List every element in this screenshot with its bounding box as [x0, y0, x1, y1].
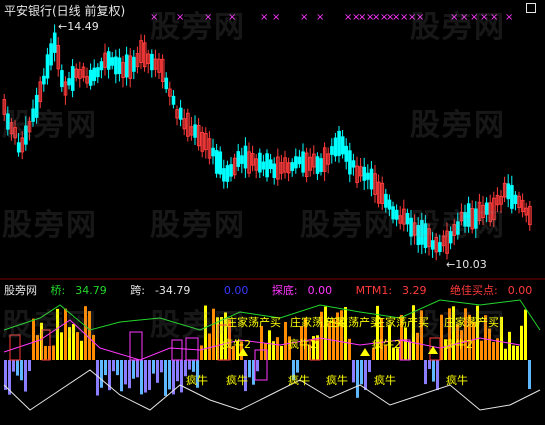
- indicator-bar: [492, 342, 495, 360]
- indicator-bar: [516, 345, 519, 360]
- indicator-bar: [508, 331, 511, 360]
- legend-item: 桥: 34.79: [50, 284, 107, 297]
- indicator-bar: [512, 345, 515, 360]
- indicator-bar: [44, 346, 47, 360]
- indicator-bar: [24, 360, 27, 392]
- bull-signal-label: 疯牛: [374, 374, 396, 387]
- indicator-bar: [144, 360, 147, 393]
- indicator-bar: [436, 360, 439, 391]
- indicator-bar: [28, 360, 31, 372]
- watermark: 股旁网: [410, 208, 506, 243]
- high-price-label: ←14.49: [58, 20, 99, 33]
- indicator-bar: [520, 325, 523, 360]
- buy-signal-label: 庄家荡产买: [374, 316, 429, 329]
- bull2-signal-label: 疯牛2: [372, 338, 401, 351]
- indicator-bar: [192, 360, 195, 372]
- indicator-bar: [132, 360, 135, 379]
- indicator-bar: [348, 338, 351, 360]
- bull-signal-label: 疯牛: [326, 374, 348, 387]
- indicator-bar: [280, 345, 283, 360]
- indicator-bar: [152, 360, 155, 374]
- bull2-signal-label: 疯牛2: [222, 338, 251, 351]
- watermark: 股旁网: [410, 108, 506, 143]
- indicator-bar: [432, 360, 435, 382]
- bull2-signal-label: 疯牛2: [288, 338, 317, 351]
- indicator-bar: [136, 360, 139, 378]
- buy-signal-label: 庄家荡产买: [444, 316, 499, 329]
- indicator-bar: [52, 345, 55, 360]
- watermark: 股旁网: [300, 208, 396, 243]
- indicator-bar: [160, 360, 163, 373]
- signal-triangle: [360, 348, 370, 356]
- indicator-bar: [296, 360, 299, 373]
- bull-signal-label: 疯牛: [288, 374, 310, 387]
- indicator-bar: [128, 360, 131, 389]
- watermark: 股旁网: [410, 10, 506, 45]
- indicator-bar: [116, 360, 119, 376]
- buy-signal-label: 庄家荡产买: [326, 316, 381, 329]
- watermark: 股旁网: [2, 308, 98, 343]
- low-price-label: ←10.03: [446, 258, 487, 271]
- indicator-bar: [284, 321, 287, 360]
- indicator-bar: [428, 360, 431, 369]
- indicator-bar: [12, 360, 15, 372]
- indicator-bar: [524, 309, 527, 360]
- indicator-bar: [364, 360, 367, 391]
- indicator-bar: [268, 330, 271, 360]
- indicator-bar: [156, 360, 159, 383]
- indicator-bar: [528, 360, 531, 390]
- restore-icon[interactable]: [526, 3, 536, 13]
- indicator-bar: [120, 360, 123, 392]
- bull-signal-label: 疯牛: [186, 374, 208, 387]
- indicator-bar: [276, 337, 279, 360]
- indicator-box: [129, 331, 143, 361]
- watermark: 股旁网: [150, 208, 246, 243]
- indicator-panel-name[interactable]: 股旁网: [4, 284, 37, 297]
- indicator-bar: [188, 360, 191, 370]
- indicator-bar: [256, 360, 259, 372]
- legend-item: 绝佳买点: 0.00: [450, 284, 533, 297]
- indicator-bar: [248, 360, 251, 378]
- indicator-bar: [176, 360, 179, 382]
- indicator-bar: [180, 360, 183, 393]
- watermark: 股旁网: [150, 10, 246, 45]
- arrow-left-icon: ←: [446, 258, 456, 271]
- indicator-bar: [404, 327, 407, 360]
- indicator-bar: [124, 360, 127, 385]
- chart-title: 平安银行(日线 前复权): [4, 4, 126, 18]
- indicator-bar: [20, 360, 23, 381]
- arrow-left-icon: ←: [58, 20, 68, 33]
- indicator-bar: [504, 348, 507, 360]
- indicator-legend: 股旁网 桥: 34.79 跨: -34.79 0.00 探底: 0.00 MTM1: 3…: [4, 282, 545, 298]
- indicator-bar: [140, 360, 143, 395]
- indicator-bar: [200, 345, 203, 360]
- legend-item: 跨: -34.79: [130, 284, 191, 297]
- legend-item: MTM1: 3.29: [355, 284, 427, 297]
- legend-item: 探底: 0.00: [271, 284, 333, 297]
- indicator-bar: [368, 360, 371, 373]
- indicator-bar: [100, 360, 103, 388]
- bull-signal-label: 疯牛: [446, 374, 468, 387]
- legend-item: 0.00: [223, 284, 249, 297]
- watermark: 股旁网: [2, 108, 98, 143]
- indicator-bar: [356, 360, 359, 398]
- indicator-bar: [424, 360, 427, 385]
- bull2-signal-label: 疯牛2: [444, 338, 473, 351]
- buy-signal-label: 庄家荡产买: [226, 316, 281, 329]
- bull-signal-label: 疯牛: [226, 374, 248, 387]
- indicator-bar: [148, 360, 151, 390]
- indicator-bar: [164, 360, 167, 396]
- indicator-bar: [16, 360, 19, 376]
- watermark: 股旁网: [2, 208, 98, 243]
- indicator-bar: [352, 360, 355, 383]
- indicator-bar: [360, 360, 363, 385]
- indicator-bar: [168, 360, 171, 390]
- indicator-bar: [112, 360, 115, 372]
- indicator-bar: [104, 360, 107, 376]
